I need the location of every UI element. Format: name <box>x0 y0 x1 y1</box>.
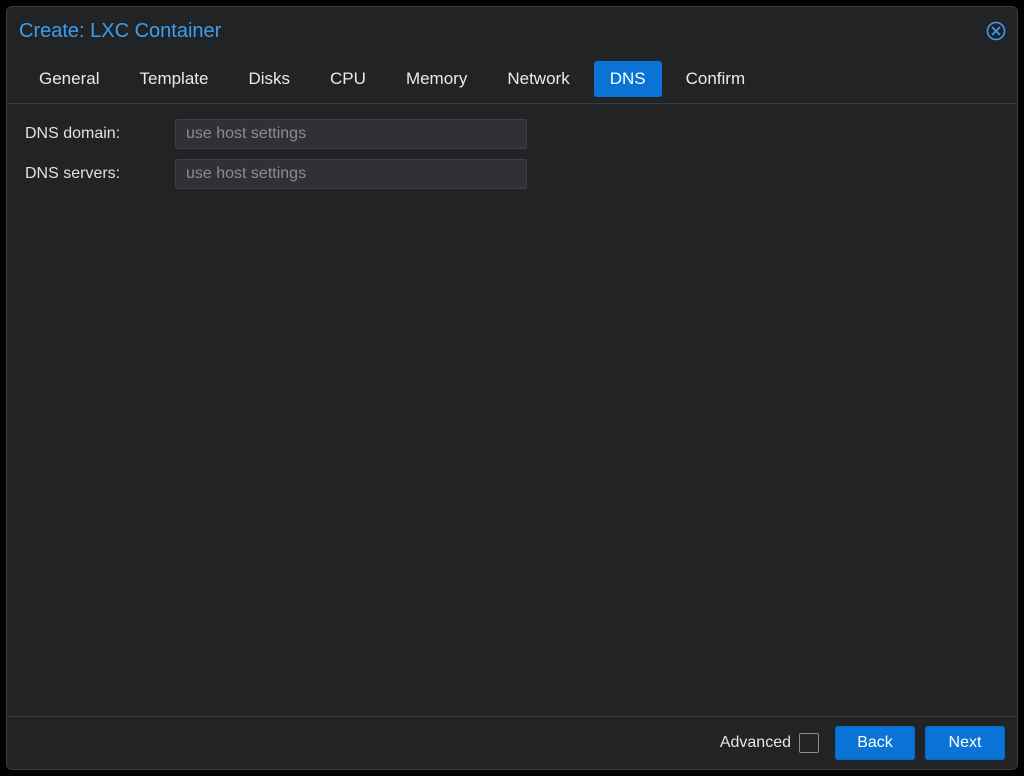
row-dns-domain: DNS domain: <box>25 118 999 150</box>
tab-network[interactable]: Network <box>491 61 585 97</box>
advanced-label: Advanced <box>720 734 791 752</box>
tab-general[interactable]: General <box>23 61 115 97</box>
label-dns-domain: DNS domain: <box>25 125 175 143</box>
label-dns-servers: DNS servers: <box>25 165 175 183</box>
advanced-toggle[interactable]: Advanced <box>720 733 819 753</box>
dialog-footer: Advanced Back Next <box>7 716 1017 769</box>
back-button[interactable]: Back <box>835 726 915 760</box>
close-icon <box>986 21 1006 41</box>
dialog-window: Create: LXC Container General Template D… <box>6 6 1018 770</box>
tab-template[interactable]: Template <box>123 61 224 97</box>
tab-cpu[interactable]: CPU <box>314 61 382 97</box>
row-dns-servers: DNS servers: <box>25 158 999 190</box>
tab-confirm[interactable]: Confirm <box>670 61 762 97</box>
input-dns-servers[interactable] <box>175 159 527 189</box>
tabstrip: General Template Disks CPU Memory Networ… <box>7 55 1017 104</box>
titlebar: Create: LXC Container <box>7 7 1017 55</box>
advanced-checkbox[interactable] <box>799 733 819 753</box>
input-dns-domain[interactable] <box>175 119 527 149</box>
dialog-title: Create: LXC Container <box>19 20 221 43</box>
form-panel: DNS domain: DNS servers: <box>7 104 1017 716</box>
tab-dns[interactable]: DNS <box>594 61 662 97</box>
tab-disks[interactable]: Disks <box>232 61 306 97</box>
next-button[interactable]: Next <box>925 726 1005 760</box>
tab-memory[interactable]: Memory <box>390 61 483 97</box>
close-button[interactable] <box>985 20 1007 42</box>
